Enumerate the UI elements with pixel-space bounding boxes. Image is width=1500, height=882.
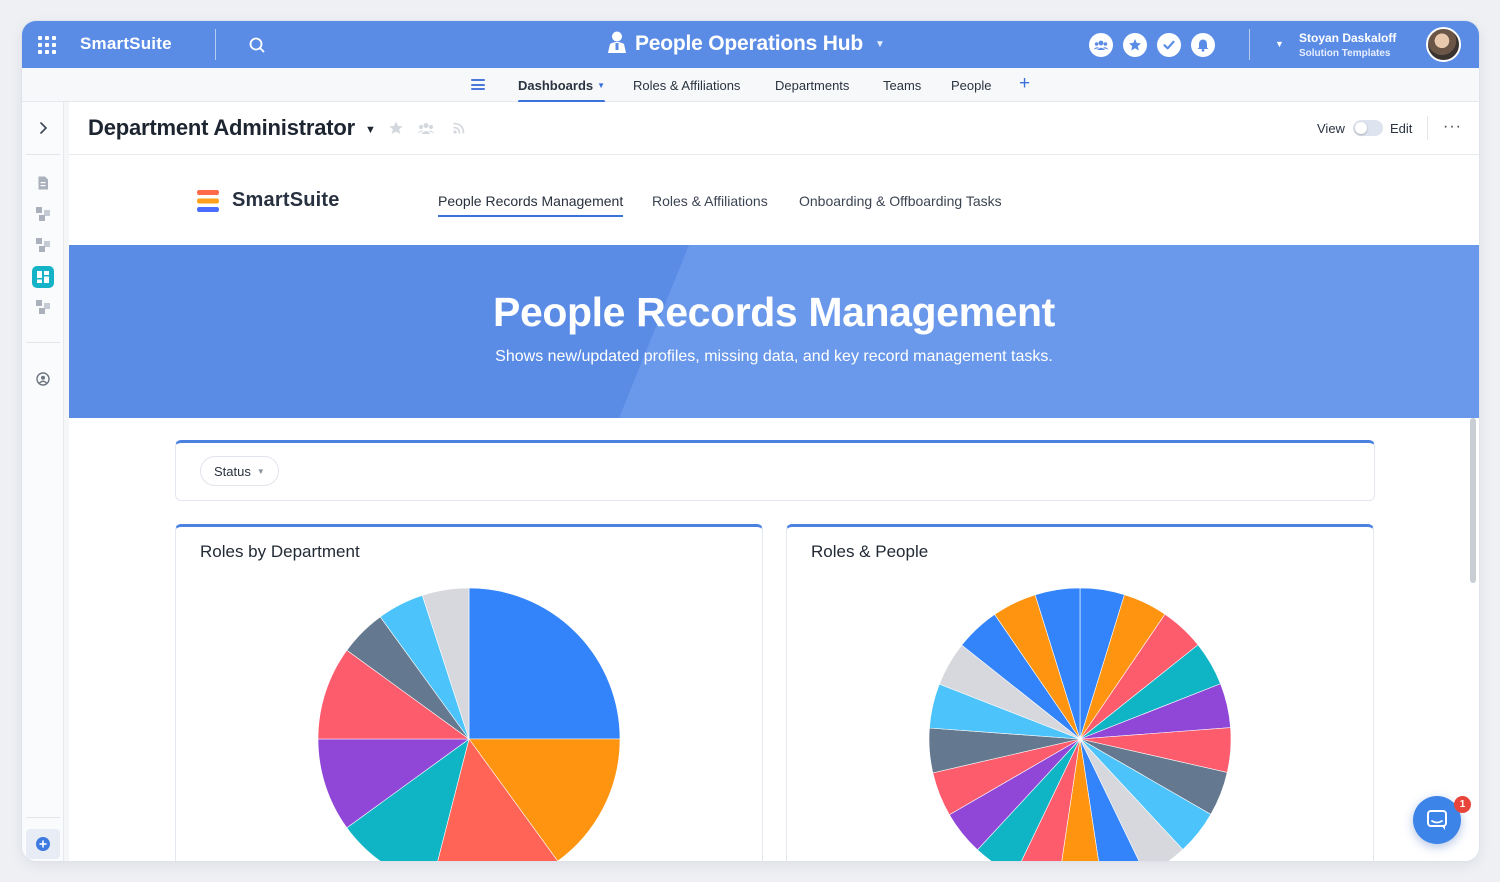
add-tab-button[interactable]: + — [1019, 73, 1030, 95]
expand-chevron-icon[interactable] — [35, 120, 51, 136]
toggle-knob — [1355, 122, 1367, 134]
members-icon[interactable] — [1089, 33, 1113, 57]
dashboard-tab-people-records[interactable]: People Records Management — [438, 193, 624, 217]
person-icon — [607, 30, 627, 59]
hero-banner: People Records Management Shows new/upda… — [69, 245, 1479, 418]
tab-dashboards[interactable]: Dashboards ▼ — [518, 78, 606, 103]
check-icon[interactable] — [1157, 33, 1181, 57]
tab-people[interactable]: People — [951, 78, 991, 93]
rss-icon[interactable] — [451, 120, 469, 138]
active-dashboard-icon[interactable] — [32, 266, 54, 288]
left-rail — [22, 102, 64, 861]
divider — [26, 154, 60, 155]
user-subtitle: Solution Templates — [1299, 48, 1391, 59]
chat-icon — [1427, 810, 1447, 830]
account-icon[interactable] — [35, 371, 51, 387]
dashboard-canvas: SmartSuite People Records Management Rol… — [69, 155, 1479, 861]
chevron-down-icon: ▼ — [256, 466, 265, 476]
chevron-down-icon: ▼ — [597, 81, 606, 90]
star-icon[interactable] — [388, 120, 406, 138]
search-icon[interactable] — [247, 35, 267, 55]
dashboard-tab-roles-affiliations[interactable]: Roles & Affiliations — [652, 193, 768, 209]
chart-card-roles-and-people: Roles & People — [786, 524, 1374, 861]
page-title[interactable]: Department Administrator — [88, 115, 355, 141]
divider — [1249, 29, 1250, 60]
brand-name[interactable]: SmartSuite — [80, 34, 172, 54]
more-options-icon[interactable]: ··· — [1443, 118, 1462, 136]
notification-badge: 1 — [1454, 796, 1471, 813]
divider — [1427, 116, 1428, 140]
view-label: View — [1317, 121, 1345, 136]
edit-label: Edit — [1390, 121, 1413, 136]
hero-subtitle: Shows new/updated profiles, missing data… — [495, 348, 1053, 365]
top-bar: SmartSuite People Operations Hub ▼ ▼ Sto… — [22, 21, 1479, 68]
hub-switcher[interactable]: People Operations Hub ▼ — [607, 30, 885, 58]
hero-title: People Records Management — [493, 289, 1055, 335]
divider — [215, 29, 216, 60]
dashboard-nav: SmartSuite People Records Management Rol… — [69, 155, 1479, 245]
view-edit-toggle[interactable] — [1353, 120, 1383, 136]
star-icon[interactable] — [1123, 33, 1147, 57]
status-filter-label: Status — [214, 463, 251, 479]
apps-grid-icon[interactable] — [38, 36, 56, 54]
dashboard-tab-onboarding[interactable]: Onboarding & Offboarding Tasks — [799, 193, 1002, 209]
avatar[interactable] — [1426, 27, 1461, 62]
chart-card-roles-by-department: Roles by Department — [175, 524, 763, 861]
add-item-button[interactable] — [26, 829, 60, 859]
status-filter[interactable]: Status ▼ — [200, 456, 279, 486]
user-name[interactable]: Stoyan Daskaloff — [1299, 31, 1396, 45]
content-area: Department Administrator ▼ View Edit ··· — [69, 102, 1479, 861]
bell-icon[interactable] — [1191, 33, 1215, 57]
scrollbar[interactable] — [1470, 418, 1476, 583]
smartsuite-logo-icon — [196, 188, 220, 214]
document-icon[interactable] — [35, 175, 51, 191]
members-icon[interactable] — [417, 120, 435, 138]
pie-chart — [928, 587, 1232, 861]
app-window: SmartSuite People Operations Hub ▼ ▼ Sto… — [22, 21, 1479, 861]
dashboard-icon[interactable] — [35, 237, 51, 253]
tab-teams[interactable]: Teams — [883, 78, 921, 93]
pie-chart — [317, 587, 621, 861]
divider — [26, 817, 60, 818]
hub-title: People Operations Hub — [635, 32, 863, 55]
dashboard-icon[interactable] — [35, 299, 51, 315]
page-header: Department Administrator ▼ View Edit ··· — [69, 102, 1479, 155]
dashboard-brand: SmartSuite — [232, 189, 340, 211]
tabs-bar: Dashboards ▼ Roles & Affiliations Departm… — [22, 68, 1479, 103]
chevron-down-icon[interactable]: ▼ — [1275, 39, 1284, 49]
chevron-down-icon: ▼ — [875, 38, 885, 50]
chevron-down-icon[interactable]: ▼ — [365, 124, 376, 136]
tab-label: Dashboards — [518, 78, 594, 93]
tab-roles-affiliations[interactable]: Roles & Affiliations — [633, 78, 740, 93]
plus-circle-icon — [36, 837, 50, 851]
tab-departments[interactable]: Departments — [775, 78, 849, 93]
filter-card: Status ▼ — [175, 440, 1375, 501]
dashboard-icon[interactable] — [35, 206, 51, 222]
pie-slice-0[interactable] — [468, 587, 621, 740]
divider — [26, 342, 60, 343]
menu-icon[interactable] — [471, 79, 485, 90]
